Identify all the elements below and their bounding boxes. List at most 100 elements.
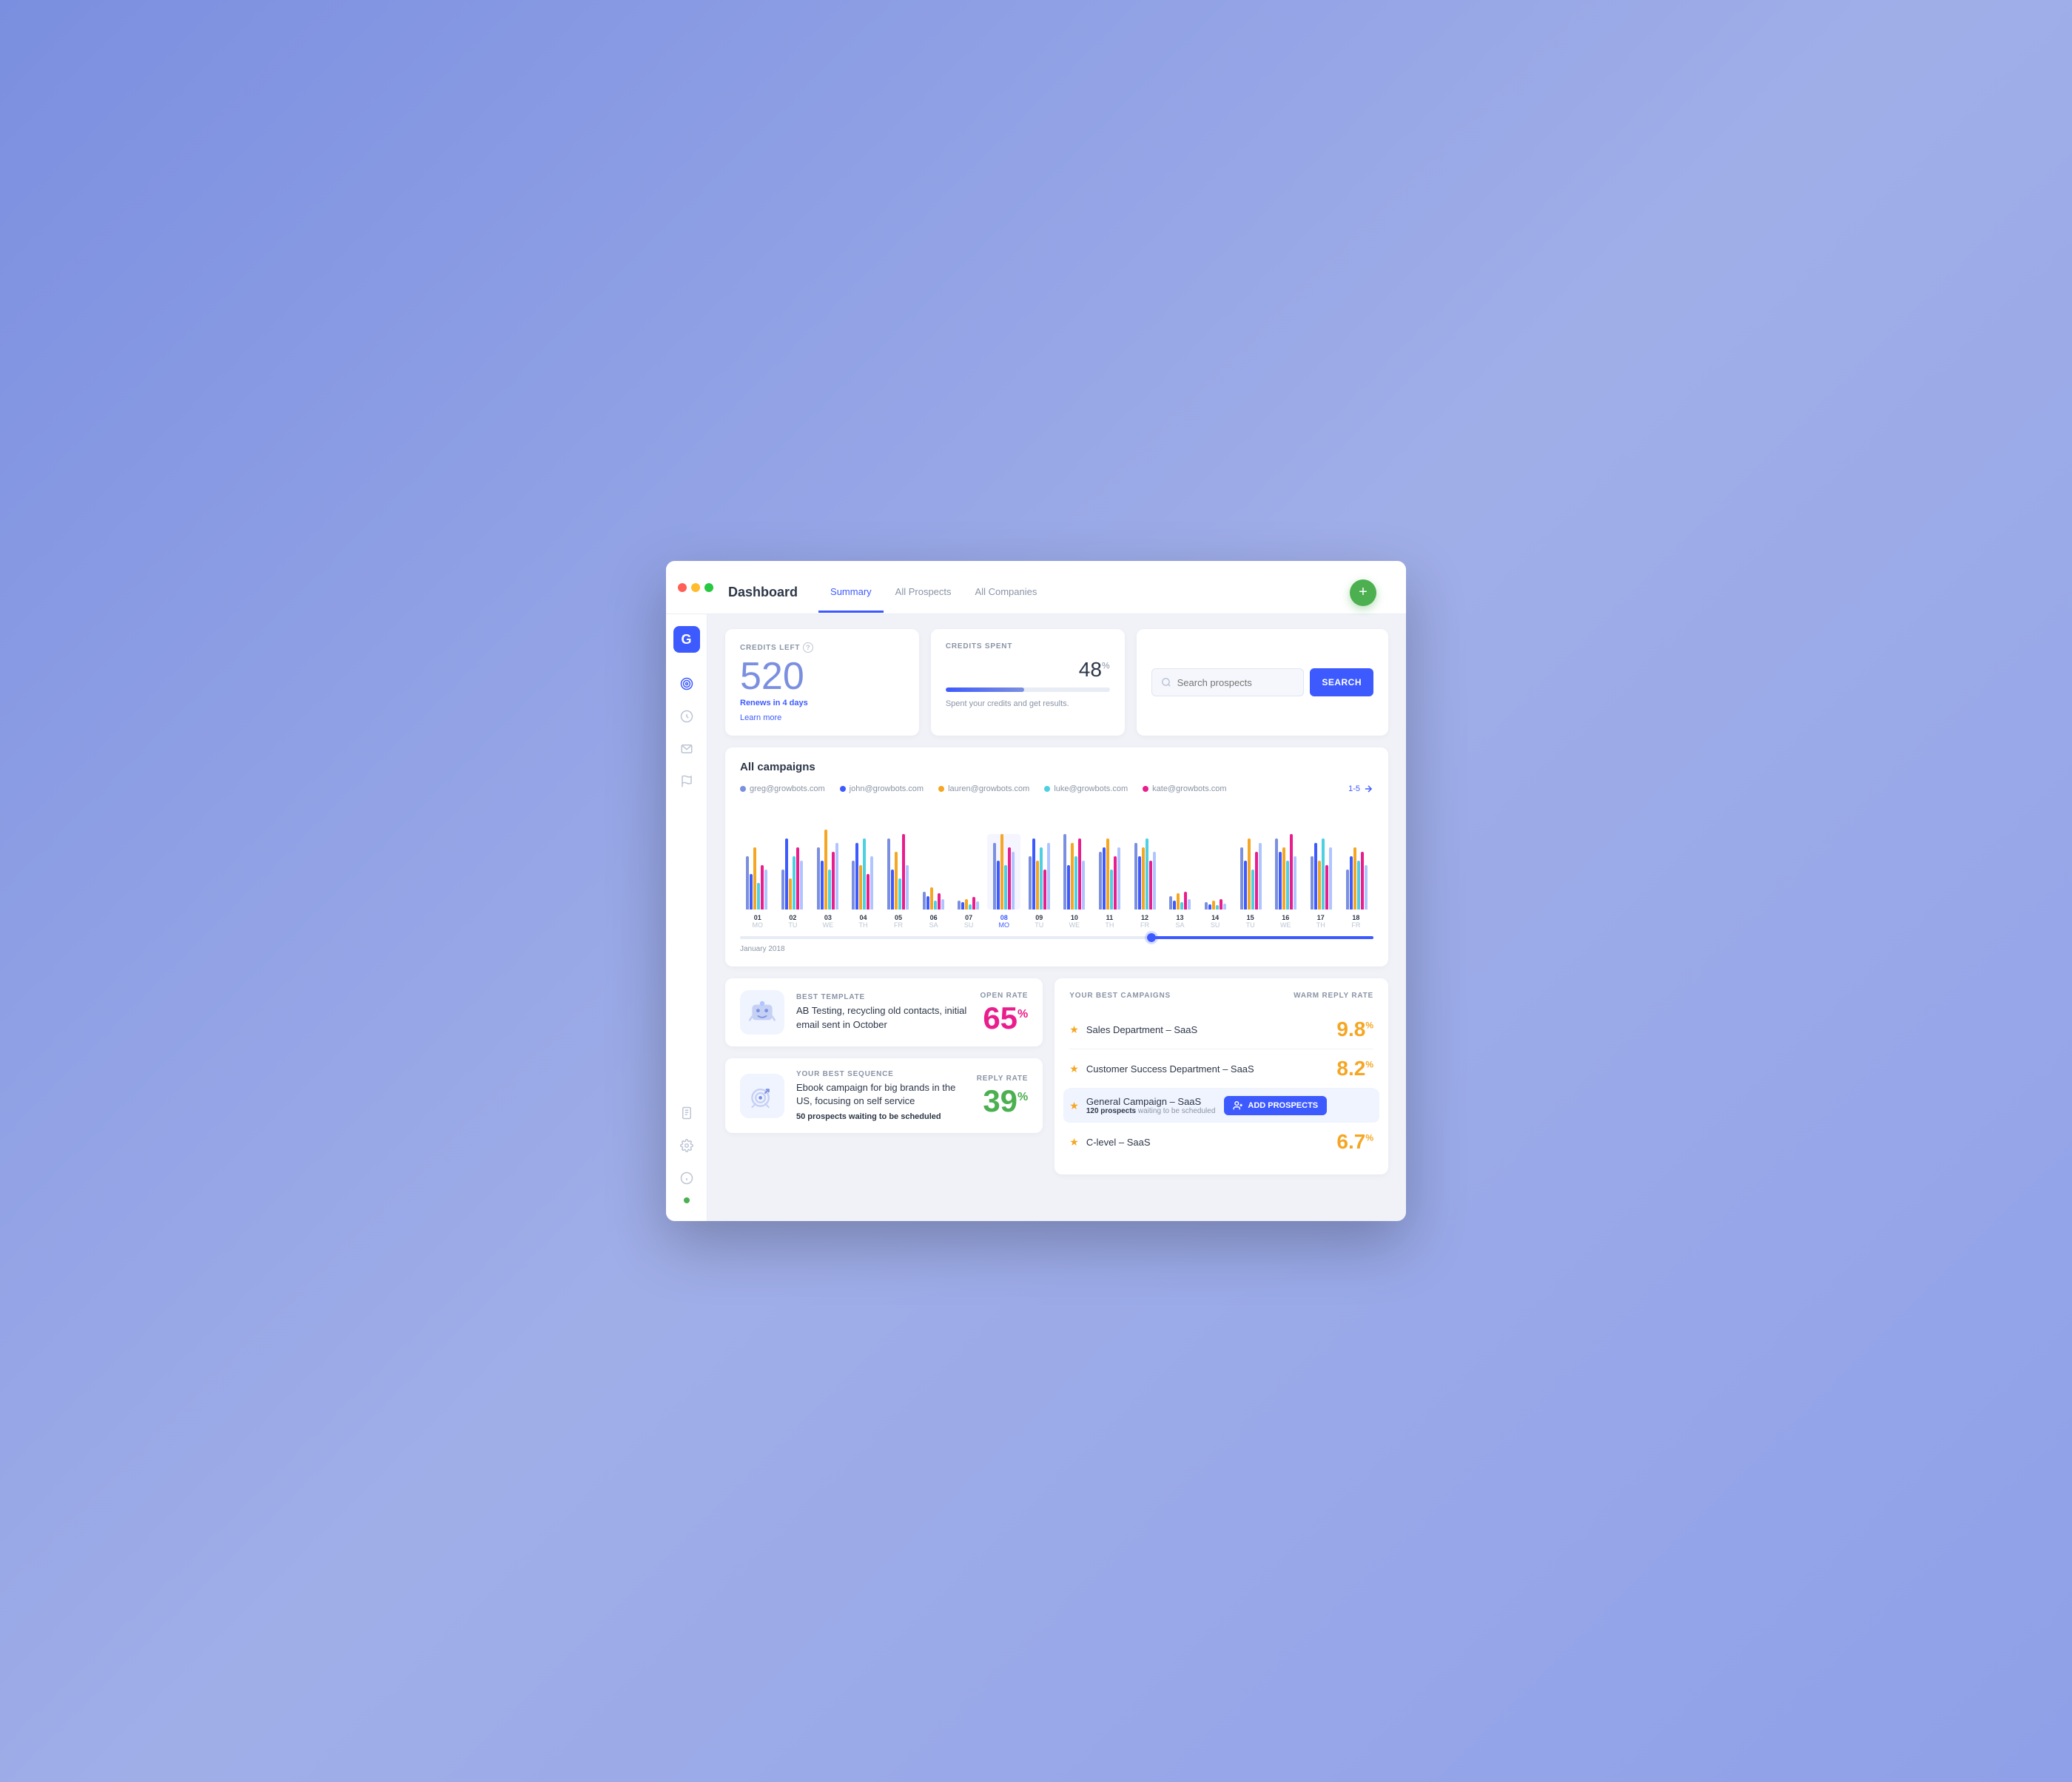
- chart-x-label-07: 07SU: [951, 914, 986, 929]
- bottom-left: BEST TEMPLATE AB Testing, recycling old …: [725, 978, 1043, 1174]
- chart-bar: [1047, 843, 1050, 910]
- chart-bar: [1361, 852, 1364, 910]
- search-icon: [1161, 677, 1171, 687]
- chart-x-label-08: 08MO: [986, 914, 1022, 929]
- chart-bar: [1012, 852, 1015, 910]
- chart-bar: [867, 874, 870, 910]
- campaign-row-1: ★ Sales Department – SaaS 9.8%: [1069, 1010, 1373, 1049]
- chart-bar: [1311, 856, 1314, 910]
- credits-left-label: CREDITS LEFT ?: [740, 642, 904, 653]
- search-button[interactable]: SEARCH: [1310, 668, 1373, 696]
- chart-bar: [796, 847, 799, 910]
- campaigns-card: All campaigns greg@growbots.com john@gro…: [725, 747, 1388, 966]
- chart-bar: [824, 830, 827, 910]
- chart-day-group-03[interactable]: [810, 830, 844, 910]
- chart-bar: [1078, 838, 1081, 910]
- chart-day-group-05[interactable]: [881, 834, 915, 910]
- titlebar: Dashboard Summary All Prospects All Comp…: [666, 561, 1406, 614]
- chart-day-group-09[interactable]: [1022, 838, 1056, 910]
- best-sequence-title: Ebook campaign for big brands in the US,…: [796, 1081, 965, 1108]
- tab-summary[interactable]: Summary: [818, 573, 884, 613]
- campaign-row-3: ★ General Campaign – SaaS 120 prospects …: [1063, 1089, 1379, 1123]
- chart-day-group-07[interactable]: [952, 897, 986, 910]
- chart-bar: [1294, 856, 1296, 910]
- chart-bar: [785, 838, 788, 910]
- search-input[interactable]: [1177, 677, 1295, 688]
- chart-bar: [1142, 847, 1145, 910]
- chart-bar: [934, 901, 937, 910]
- chart-bar: [1286, 861, 1289, 910]
- maximize-button[interactable]: [704, 583, 713, 592]
- sidebar-icon-document[interactable]: [673, 1100, 700, 1126]
- chart-bar: [1350, 856, 1353, 910]
- chart-bar: [1106, 838, 1109, 910]
- chart-bar: [1169, 896, 1172, 910]
- campaign-name-note-3: General Campaign – SaaS 120 prospects wa…: [1086, 1096, 1216, 1115]
- sidebar-icon-info[interactable]: [673, 1165, 700, 1191]
- chart-bar: [1040, 847, 1043, 910]
- add-prospects-button[interactable]: ADD PROSPECTS: [1224, 1096, 1327, 1115]
- sidebar-icon-settings[interactable]: [673, 1132, 700, 1159]
- chart-bar: [793, 856, 796, 910]
- chart-bar: [1173, 901, 1176, 910]
- sidebar-icon-target[interactable]: [673, 670, 700, 697]
- chart-bar: [746, 856, 749, 910]
- cards-row: CREDITS LEFT ? 520 Renews in 4 days Lear…: [725, 629, 1388, 736]
- sidebar-icon-flag[interactable]: [673, 768, 700, 795]
- chart-timeline[interactable]: [740, 936, 1373, 939]
- chart-day-group-14[interactable]: [1199, 899, 1233, 910]
- chart-day-group-16[interactable]: [1269, 834, 1303, 910]
- chart-day-group-15[interactable]: [1234, 838, 1268, 910]
- credits-left-card: CREDITS LEFT ? 520 Renews in 4 days Lear…: [725, 629, 919, 736]
- best-sequence-card: YOUR BEST SEQUENCE Ebook campaign for bi…: [725, 1058, 1043, 1133]
- sidebar-icon-email[interactable]: [673, 736, 700, 762]
- legend-pagination[interactable]: 1-5: [1348, 784, 1373, 794]
- chart-day-group-06[interactable]: [916, 887, 950, 910]
- chart-day-group-11[interactable]: [1093, 838, 1127, 910]
- progress-bar-fill: [946, 687, 1024, 692]
- chart-bar: [1240, 847, 1243, 910]
- chart-bar: [1275, 838, 1278, 910]
- chart-day-group-08[interactable]: [987, 834, 1021, 910]
- chart-day-group-10[interactable]: [1057, 834, 1092, 910]
- chart-day-group-18[interactable]: [1339, 847, 1373, 910]
- chart-bar: [997, 861, 1000, 910]
- chart-bar: [1067, 865, 1070, 910]
- tab-all-prospects[interactable]: All Prospects: [884, 573, 963, 613]
- best-sequence-note: 50 prospects waiting to be scheduled: [796, 1112, 965, 1121]
- best-template-card: BEST TEMPLATE AB Testing, recycling old …: [725, 978, 1043, 1046]
- chart-bar: [1329, 847, 1332, 910]
- chart-bar: [828, 870, 831, 910]
- chart-bar: [1220, 899, 1222, 910]
- chart-day-group-13[interactable]: [1163, 892, 1197, 910]
- chart-day-group-17[interactable]: [1305, 838, 1339, 910]
- fab-button[interactable]: +: [1350, 579, 1376, 606]
- chart-bar: [1318, 861, 1321, 910]
- tab-all-companies[interactable]: All Companies: [963, 573, 1049, 613]
- chart-bar: [938, 893, 941, 910]
- chart-bar: [902, 834, 905, 910]
- help-icon[interactable]: ?: [803, 642, 813, 653]
- chart-bar: [1032, 838, 1035, 910]
- chart-bar: [1074, 856, 1077, 910]
- chart-bar: [923, 892, 926, 910]
- minimize-button[interactable]: [691, 583, 700, 592]
- chart-day-group-12[interactable]: [1128, 838, 1162, 910]
- close-button[interactable]: [678, 583, 687, 592]
- sidebar-icon-chart[interactable]: [673, 703, 700, 730]
- chart-bar: [1082, 861, 1085, 910]
- sidebar-logo[interactable]: G: [673, 626, 700, 653]
- chart-bar: [1314, 843, 1317, 910]
- chart-x-label-02: 02TU: [776, 914, 811, 929]
- app-window: Dashboard Summary All Prospects All Comp…: [666, 561, 1406, 1221]
- chart-bar: [753, 847, 756, 910]
- learn-more-link[interactable]: Learn more: [740, 713, 904, 722]
- chart-x-label-06: 06SA: [916, 914, 952, 929]
- chart-bar: [1353, 847, 1356, 910]
- chart-day-group-04[interactable]: [846, 838, 880, 910]
- chart-x-label-17: 17TH: [1303, 914, 1339, 929]
- chart-bar: [1212, 901, 1215, 910]
- chart-day-group-02[interactable]: [776, 838, 810, 910]
- chart-day-group-01[interactable]: [740, 847, 774, 910]
- chart-bar: [969, 904, 972, 910]
